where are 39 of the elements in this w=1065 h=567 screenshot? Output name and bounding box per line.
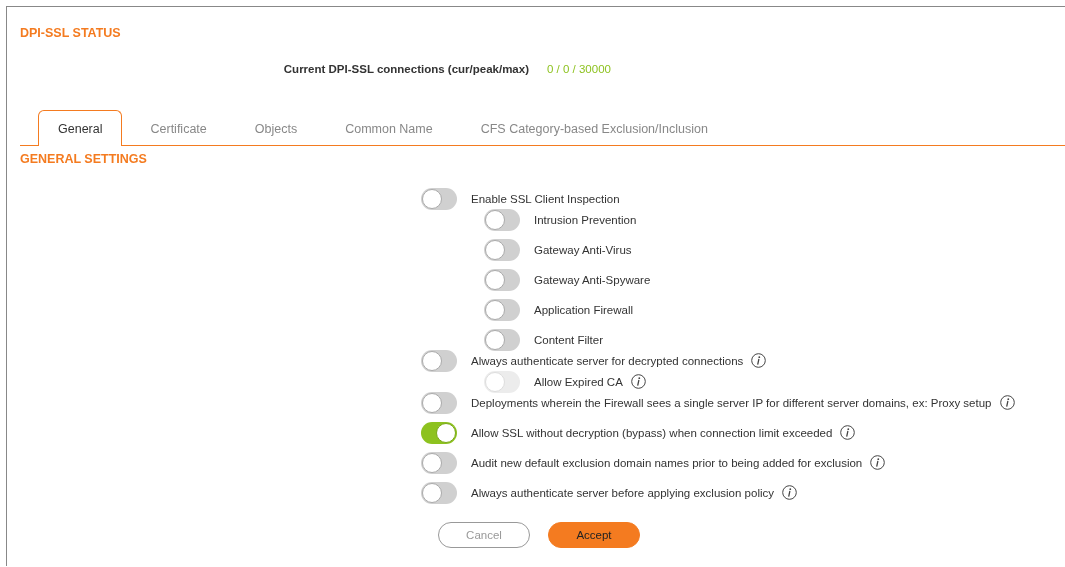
- tab[interactable]: CFS Category-based Exclusion/Inclusion: [460, 110, 728, 146]
- toggle-switch[interactable]: [484, 328, 520, 351]
- info-icon[interactable]: [999, 395, 1015, 410]
- toggle-switch[interactable]: [421, 421, 457, 444]
- toggle-switch[interactable]: [484, 238, 520, 261]
- toggle-switch[interactable]: [484, 298, 520, 321]
- info-icon[interactable]: [782, 485, 797, 500]
- toggle-switch[interactable]: [484, 208, 520, 231]
- setting-label: Content Filter: [534, 333, 604, 346]
- setting-label: Application Firewall: [534, 303, 634, 316]
- connections-value: 0 / 0 / 30000: [547, 63, 611, 75]
- toggle-switch[interactable]: [421, 391, 457, 414]
- info-icon[interactable]: [751, 353, 767, 368]
- tab[interactable]: Objects: [234, 110, 318, 146]
- setting-label: Gateway Anti-Virus: [534, 243, 632, 256]
- toggle-switch[interactable]: [421, 481, 457, 504]
- toggle-switch[interactable]: [421, 451, 457, 474]
- toggle-switch[interactable]: [421, 187, 457, 210]
- setting-label: Enable SSL Client Inspection: [471, 192, 620, 205]
- setting-label: Always authenticate server before applying exclusion policy: [471, 486, 774, 499]
- connections-label: Current DPI-SSL connections (cur/peak/max): [282, 63, 529, 75]
- setting-label: Deployments wherein the Firewall sees a single server IP for different server domains, ex: Proxy setup: [471, 396, 992, 409]
- cancel-button[interactable]: Cancel: [438, 522, 530, 548]
- section-heading: GENERAL SETTINGS: [20, 152, 147, 166]
- setting-label: Intrusion Prevention: [534, 213, 637, 226]
- tab[interactable]: General: [38, 110, 123, 146]
- info-icon[interactable]: [840, 425, 856, 440]
- accept-button[interactable]: Accept: [548, 522, 640, 548]
- info-icon[interactable]: [870, 455, 886, 470]
- setting-label: Gateway Anti-Spyware: [534, 273, 651, 286]
- setting-label: Audit new default exclusion domain names prior to being added for exclusion: [471, 456, 863, 469]
- setting-label: Allow Expired CA: [534, 375, 623, 388]
- toggle-switch[interactable]: [484, 268, 520, 291]
- toggle-switch[interactable]: [421, 349, 457, 372]
- tab[interactable]: Common Name: [325, 110, 453, 146]
- setting-label: Allow SSL without decryption (bypass) when connection limit exceeded: [471, 426, 833, 439]
- setting-label: Always authenticate server for decrypted connections: [471, 354, 744, 367]
- section-heading: DPI-SSL STATUS: [20, 26, 121, 40]
- tab[interactable]: Certificate: [130, 110, 227, 146]
